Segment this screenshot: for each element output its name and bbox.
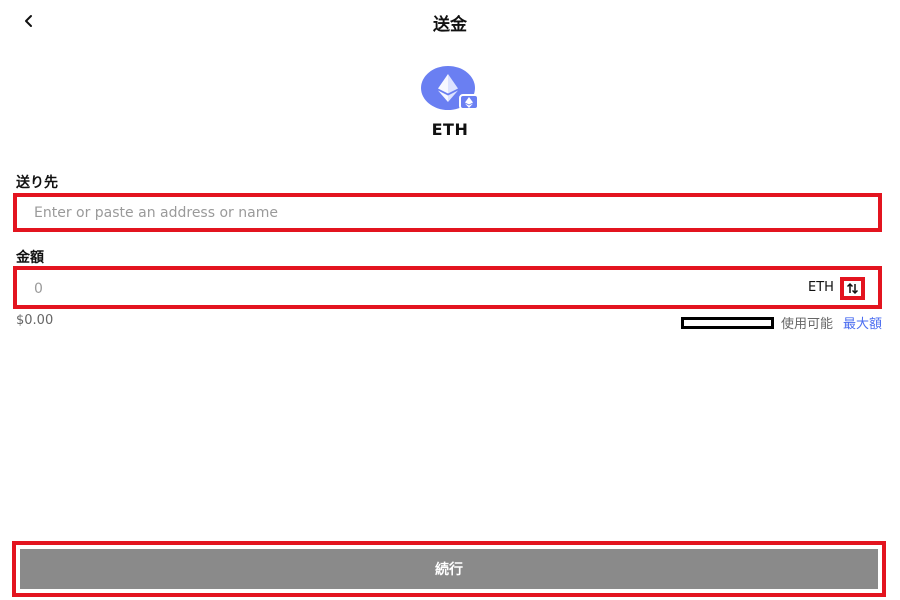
- amount-unit: ETH: [808, 280, 834, 295]
- address-input[interactable]: [23, 200, 873, 226]
- available-balance-row: 使用可能 最大額: [680, 313, 882, 332]
- available-label: 使用可能: [780, 317, 833, 332]
- fiat-value: $0.00: [16, 313, 54, 328]
- recipient-label: 送り先: [16, 175, 58, 191]
- amount-label: 金額: [16, 250, 44, 266]
- token-summary: ETH: [0, 66, 900, 139]
- continue-button[interactable]: 続行: [20, 549, 878, 589]
- swap-button-highlight: [840, 277, 865, 300]
- amount-input[interactable]: [23, 276, 723, 302]
- token-logo: [421, 66, 479, 110]
- max-amount-link[interactable]: 最大額: [843, 313, 882, 332]
- header: 送金: [0, 0, 900, 44]
- ethereum-network-icon: [459, 94, 479, 110]
- redacted-balance: [680, 316, 774, 329]
- page-title: 送金: [433, 15, 467, 35]
- token-symbol: ETH: [431, 120, 469, 139]
